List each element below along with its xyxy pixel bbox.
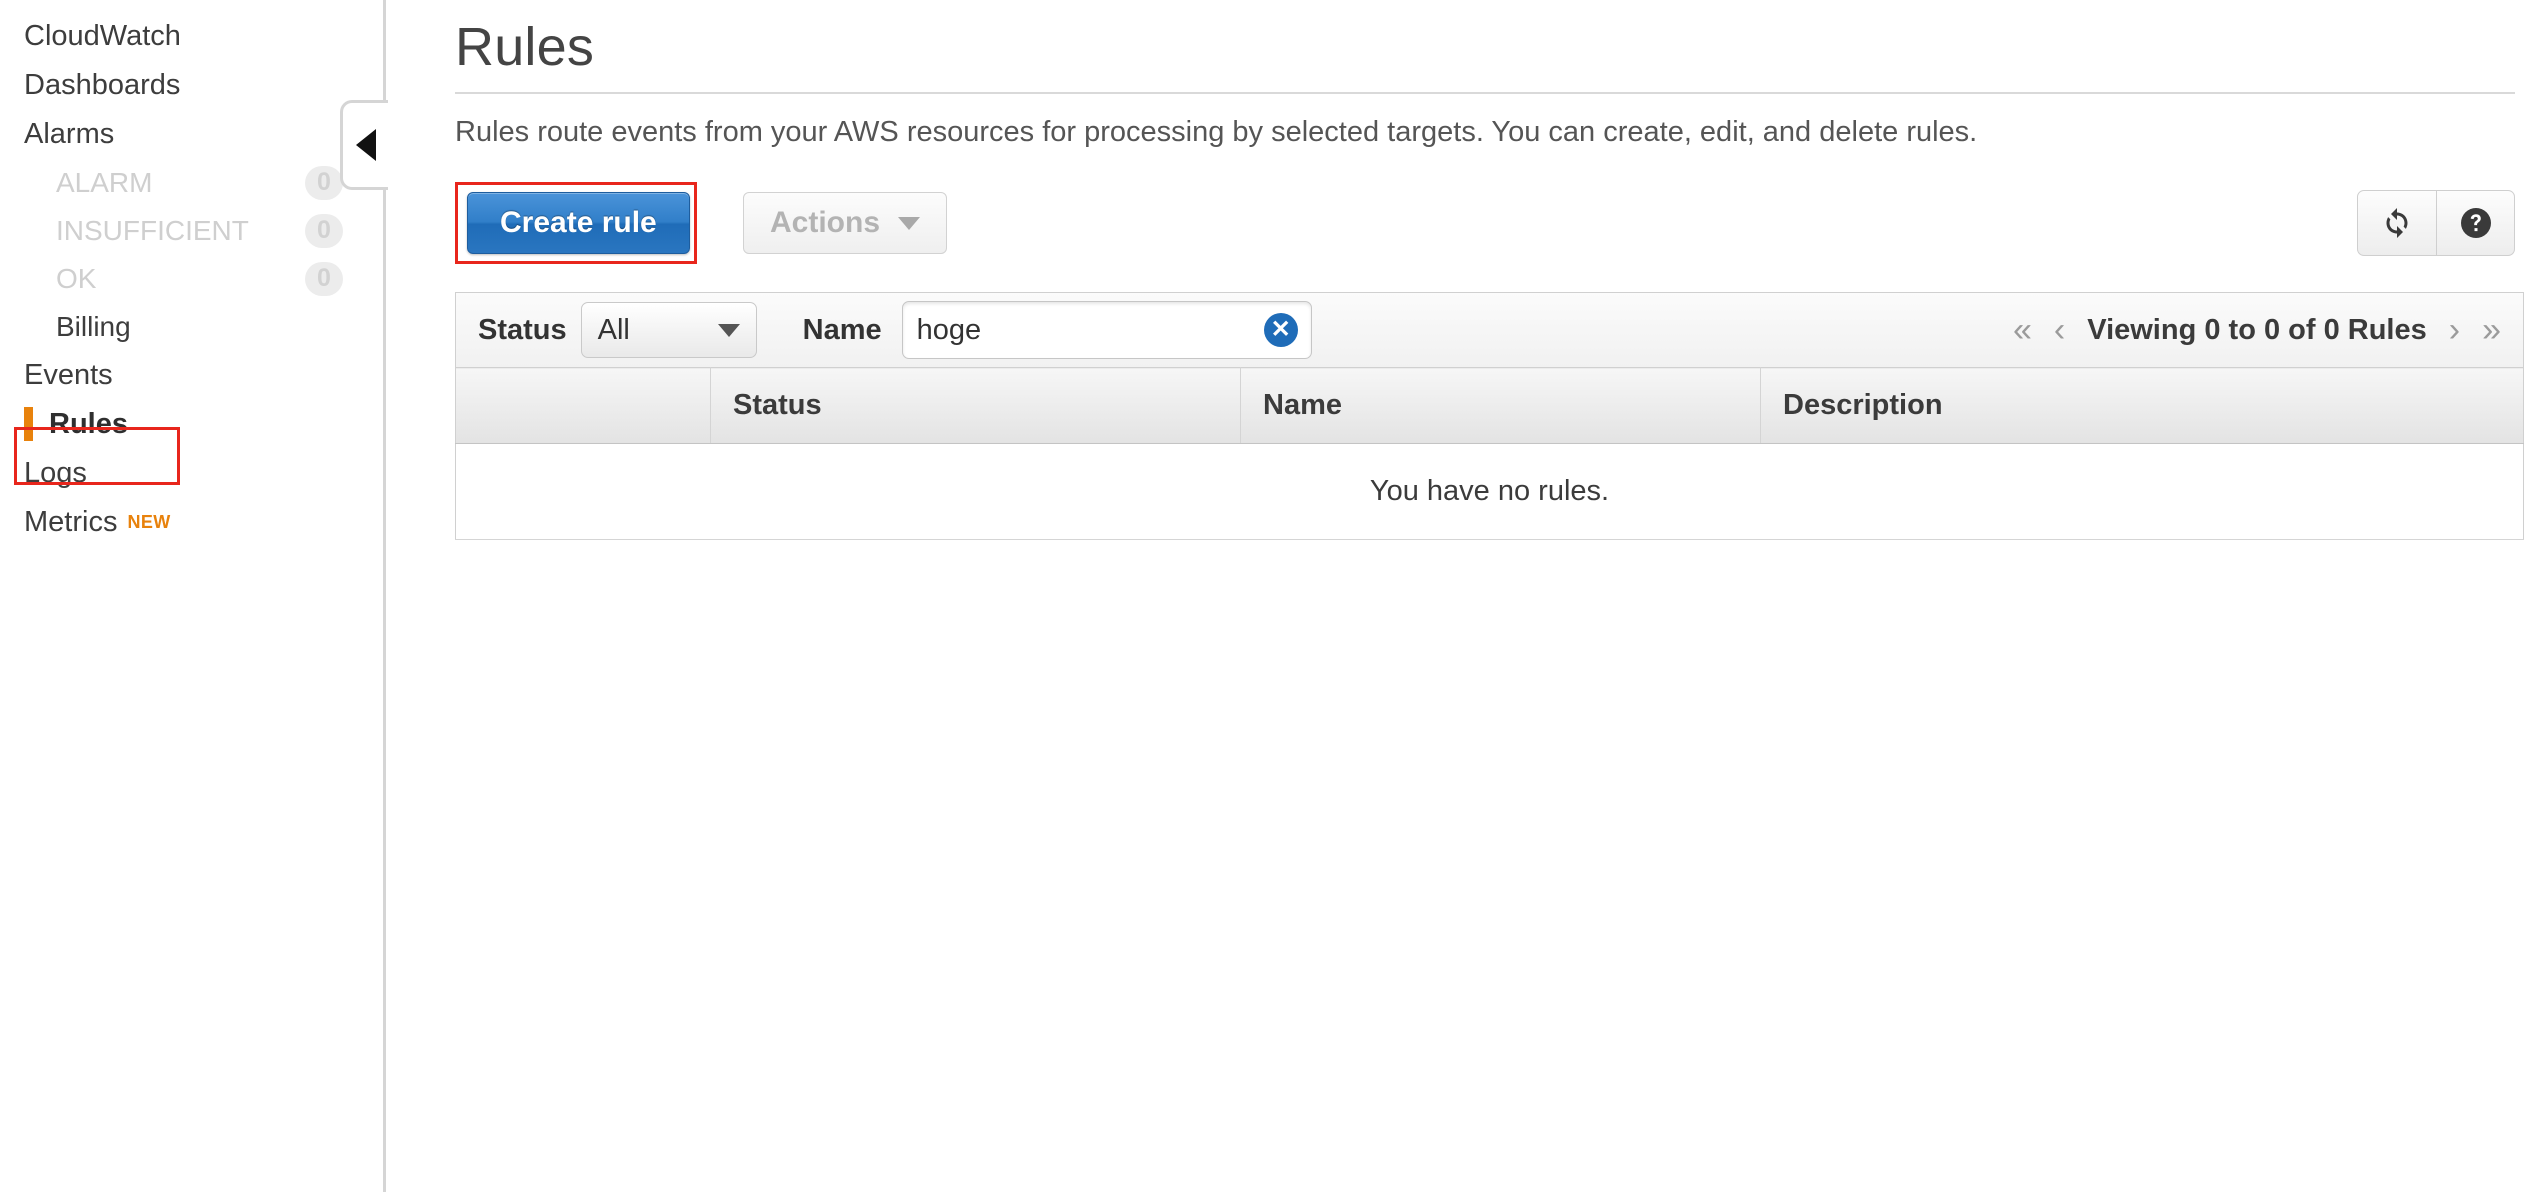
rules-table: Status Name Description You have no rule…: [455, 367, 2524, 540]
sidebar-item-alarms[interactable]: Alarms: [0, 110, 383, 159]
filter-bar: Status All Name ✕ « ‹ Viewing 0 to 0 of …: [455, 293, 2524, 367]
actions-dropdown-label: Actions: [770, 206, 881, 239]
column-header-status[interactable]: Status: [710, 367, 1241, 444]
status-filter-label: Status: [478, 313, 567, 346]
table-empty-row: You have no rules.: [455, 443, 2524, 540]
chevron-down-icon: [717, 323, 740, 337]
table-header: Status Name Description: [455, 367, 2524, 444]
pagination-first-button[interactable]: «: [2013, 313, 2032, 347]
main-content: Rules Rules route events from your AWS r…: [389, 0, 2524, 1192]
sidebar-item-insufficient-state[interactable]: INSUFFICIENT 0: [0, 207, 383, 255]
action-toolbar: Create rule Actions: [455, 182, 2515, 264]
sidebar-item-alarm-state[interactable]: ALARM 0: [0, 159, 383, 207]
sidebar-item-label: Alarms: [24, 118, 115, 151]
column-header-description[interactable]: Description: [1760, 367, 2524, 444]
refresh-icon: [2386, 208, 2408, 238]
pagination-status-text: Viewing 0 to 0 of 0 Rules: [2087, 313, 2427, 346]
pagination-prev-button[interactable]: ‹: [2054, 313, 2065, 347]
selected-indicator-bar: [24, 407, 33, 442]
status-filter-select[interactable]: All: [580, 302, 757, 358]
sidebar-collapse-button[interactable]: [340, 100, 388, 190]
pagination-next-button[interactable]: ›: [2449, 313, 2460, 347]
sidebar-item-label: Dashboards: [24, 69, 181, 102]
name-filter-label: Name: [802, 313, 882, 346]
sidebar-item-dashboards[interactable]: Dashboards: [0, 61, 383, 110]
sidebar-item-label: Billing: [56, 310, 131, 342]
status-badge: 0: [305, 166, 343, 201]
sidebar-item-logs[interactable]: Logs: [0, 449, 383, 498]
sidebar-item-cloudwatch[interactable]: CloudWatch: [0, 12, 383, 61]
pagination-last-button[interactable]: »: [2482, 313, 2501, 347]
sidebar-item-billing[interactable]: Billing: [0, 303, 383, 351]
sidebar-item-label: ALARM: [56, 167, 153, 199]
rules-table-panel: Status All Name ✕ « ‹ Viewing 0 to 0 of …: [455, 292, 2524, 540]
title-divider: [455, 92, 2515, 94]
pagination-controls: « ‹ Viewing 0 to 0 of 0 Rules › »: [2013, 313, 2501, 347]
sidebar-item-label: CloudWatch: [24, 20, 181, 52]
sidebar-navigation: CloudWatch Dashboards Alarms ALARM 0 INS…: [0, 0, 386, 1192]
sidebar-item-metrics[interactable]: Metrics NEW: [0, 498, 383, 547]
column-header-name[interactable]: Name: [1240, 367, 1761, 444]
actions-dropdown-button[interactable]: Actions: [743, 192, 948, 254]
status-badge: 0: [305, 214, 343, 249]
name-filter-input[interactable]: [901, 301, 1312, 359]
sidebar-item-label: OK: [56, 263, 97, 295]
cloudwatch-rules-page: CloudWatch Dashboards Alarms ALARM 0 INS…: [0, 0, 2524, 1192]
table-header-row: Status Name Description: [455, 367, 2524, 444]
refresh-button[interactable]: [2358, 191, 2436, 255]
toolbar-icon-group: [2357, 190, 2515, 256]
table-body: You have no rules.: [455, 443, 2524, 540]
sidebar-item-events[interactable]: Events: [0, 351, 383, 400]
help-icon: [2460, 208, 2491, 238]
sidebar-item-label: INSUFFICIENT: [56, 215, 249, 247]
empty-state-message: You have no rules.: [455, 443, 2524, 540]
sidebar-item-ok-state[interactable]: OK 0: [0, 255, 383, 303]
sidebar-item-label: Rules: [49, 407, 128, 440]
create-rule-button[interactable]: Create rule: [467, 192, 690, 254]
page-title: Rules: [455, 17, 595, 77]
clear-icon[interactable]: ✕: [1263, 313, 1298, 347]
chevron-left-icon: [355, 129, 376, 161]
sidebar-item-label: Events: [24, 358, 113, 391]
status-badge: 0: [305, 261, 343, 296]
page-description: Rules route events from your AWS resourc…: [455, 116, 1978, 148]
status-filter-value: All: [597, 313, 630, 346]
help-button[interactable]: [2436, 191, 2514, 255]
name-filter-wrapper: ✕: [901, 301, 1312, 359]
sidebar-item-label: Logs: [24, 456, 87, 489]
column-header-select[interactable]: [455, 367, 711, 444]
sidebar-item-rules[interactable]: Rules: [0, 400, 383, 449]
chevron-down-icon: [898, 216, 921, 230]
new-badge: NEW: [127, 512, 171, 533]
sidebar-item-label: Metrics: [24, 506, 118, 539]
